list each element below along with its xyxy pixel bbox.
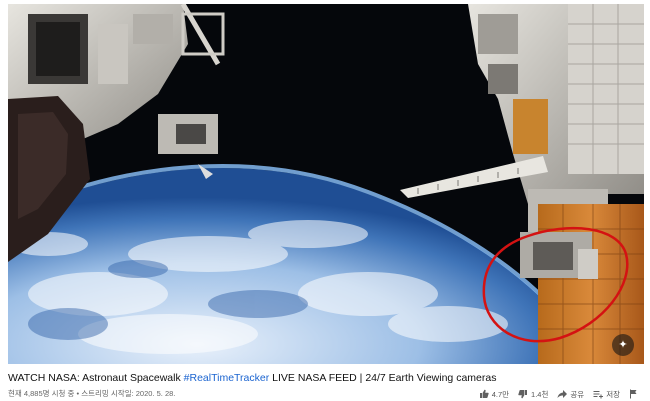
dislike-button[interactable]: 1.4천 bbox=[518, 389, 548, 400]
video-frame bbox=[8, 4, 644, 364]
video-actions: 4.7만 1.4천 공유 저장 bbox=[479, 388, 638, 400]
video-title: WATCH NASA: Astronaut Spacewalk #RealTim… bbox=[8, 372, 640, 384]
like-button[interactable]: 4.7만 bbox=[479, 389, 509, 400]
like-count: 4.7만 bbox=[491, 389, 510, 399]
video-meta: 현재 4,885명 시청 중 • 스트리밍 시작일: 2020. 5. 28. bbox=[8, 389, 176, 398]
share-label: 공유 bbox=[570, 389, 585, 399]
annotated-hardware bbox=[520, 232, 598, 279]
thumbs-up-icon bbox=[479, 389, 489, 398]
share-icon bbox=[557, 390, 568, 398]
hashtag-link[interactable]: #RealTimeTracker bbox=[184, 372, 270, 384]
nasa-avatar-icon[interactable]: ✦ bbox=[612, 334, 634, 356]
title-suffix: LIVE NASA FEED | 24/7 Earth Viewing came… bbox=[269, 372, 497, 384]
playlist-add-icon bbox=[593, 391, 604, 399]
share-button[interactable]: 공유 bbox=[557, 389, 584, 400]
save-button[interactable]: 저장 bbox=[593, 389, 620, 400]
flag-button[interactable] bbox=[629, 389, 638, 399]
flag-icon bbox=[630, 389, 637, 399]
save-label: 저장 bbox=[606, 389, 620, 399]
thumbs-down-icon bbox=[518, 390, 528, 399]
title-prefix: WATCH NASA: Astronaut Spacewalk bbox=[8, 372, 184, 384]
dislike-count: 1.4천 bbox=[531, 389, 549, 399]
video-player[interactable]: ✦ bbox=[8, 4, 644, 364]
